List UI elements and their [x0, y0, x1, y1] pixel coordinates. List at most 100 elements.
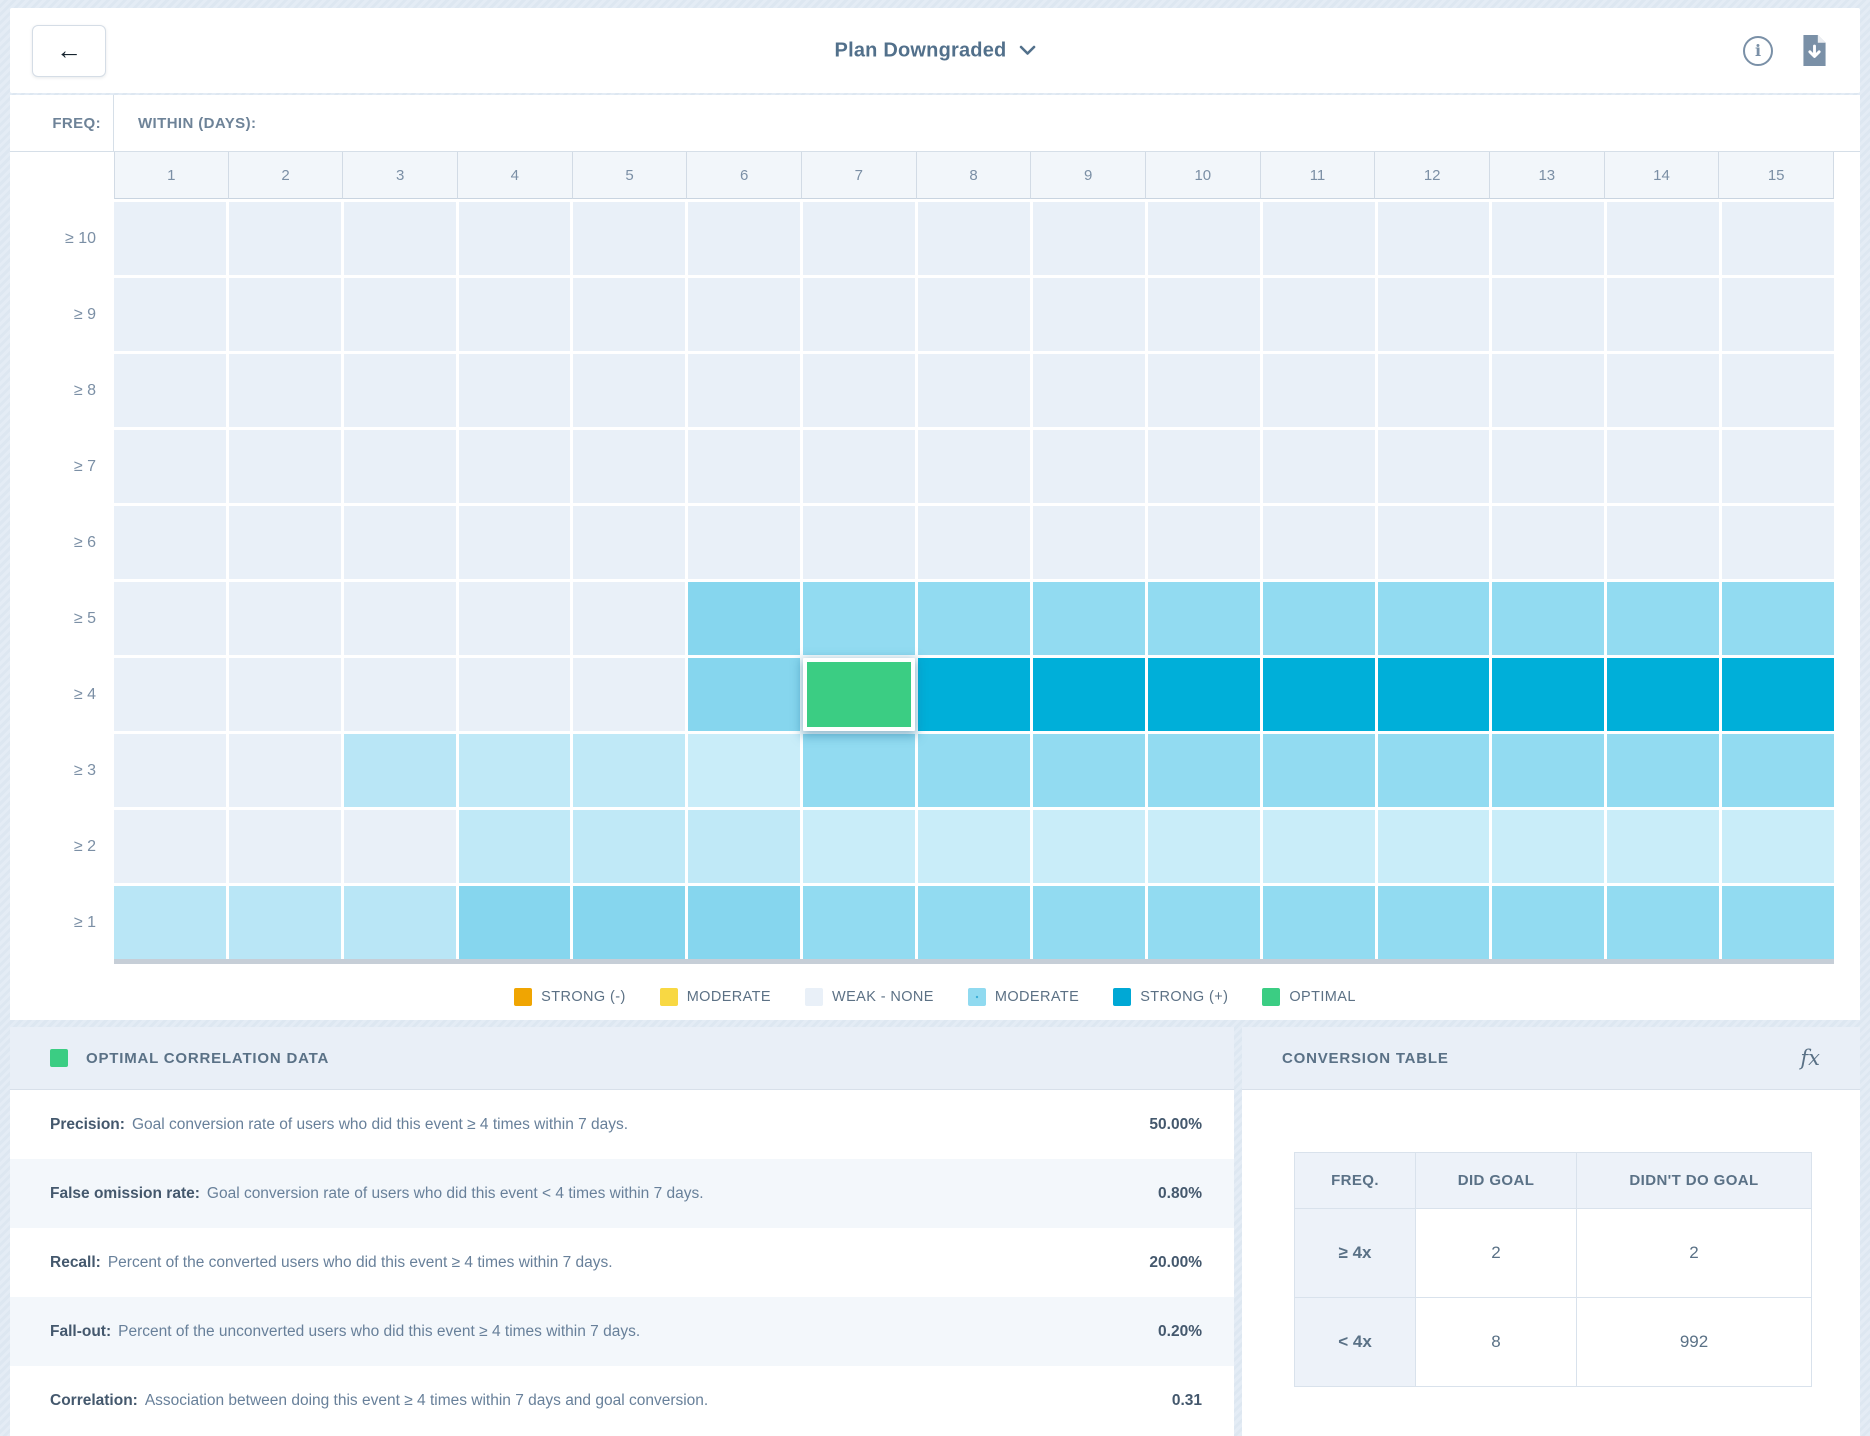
heatmap-cell[interactable]: [1607, 430, 1719, 503]
heatmap-cell[interactable]: [114, 506, 226, 579]
heatmap-cell[interactable]: [1722, 354, 1834, 427]
heatmap-cell[interactable]: [1492, 506, 1604, 579]
heatmap-cell[interactable]: [229, 278, 341, 351]
heatmap-cell[interactable]: [1148, 506, 1260, 579]
heatmap-cell[interactable]: [1033, 506, 1145, 579]
heatmap-cell[interactable]: [688, 810, 800, 883]
heatmap-cell[interactable]: [1722, 202, 1834, 275]
heatmap-cell[interactable]: [803, 354, 915, 427]
heatmap-cell[interactable]: [1607, 658, 1719, 731]
heatmap-cell[interactable]: [688, 658, 800, 731]
heatmap-cell[interactable]: [918, 430, 1030, 503]
heatmap-cell[interactable]: [918, 658, 1030, 731]
heatmap-cell[interactable]: [803, 506, 915, 579]
heatmap-cell[interactable]: [1492, 886, 1604, 959]
heatmap-cell[interactable]: [918, 582, 1030, 655]
heatmap-cell[interactable]: [459, 658, 571, 731]
heatmap-cell[interactable]: [229, 354, 341, 427]
formula-fx-icon[interactable]: fx: [1800, 1046, 1820, 1070]
heatmap-cell[interactable]: [344, 810, 456, 883]
heatmap-cell[interactable]: [918, 354, 1030, 427]
heatmap-cell[interactable]: [688, 734, 800, 807]
heatmap-cell[interactable]: [573, 506, 685, 579]
heatmap-cell[interactable]: [1492, 810, 1604, 883]
heatmap-cell[interactable]: [1722, 810, 1834, 883]
heatmap-cell[interactable]: [1148, 202, 1260, 275]
heatmap-cell[interactable]: [688, 430, 800, 503]
heatmap-cell[interactable]: [229, 734, 341, 807]
heatmap-cell[interactable]: [459, 810, 571, 883]
heatmap-cell[interactable]: [114, 658, 226, 731]
heatmap-cell[interactable]: [1492, 202, 1604, 275]
heatmap-cell[interactable]: [1378, 278, 1490, 351]
heatmap-cell[interactable]: [1722, 278, 1834, 351]
heatmap-cell[interactable]: [1033, 658, 1145, 731]
heatmap-cell[interactable]: [918, 886, 1030, 959]
heatmap-cell[interactable]: [803, 810, 915, 883]
heatmap-cell[interactable]: [344, 582, 456, 655]
heatmap-cell[interactable]: [1033, 430, 1145, 503]
heatmap-cell[interactable]: [573, 658, 685, 731]
heatmap-cell[interactable]: [1148, 430, 1260, 503]
heatmap-cell[interactable]: [688, 278, 800, 351]
heatmap-cell[interactable]: [114, 278, 226, 351]
heatmap-cell[interactable]: [1263, 886, 1375, 959]
heatmap-cell[interactable]: [1378, 354, 1490, 427]
heatmap-cell[interactable]: [114, 354, 226, 427]
heatmap-cell[interactable]: [1263, 658, 1375, 731]
heatmap-cell[interactable]: [344, 202, 456, 275]
heatmap-cell[interactable]: [1492, 354, 1604, 427]
heatmap-cell[interactable]: [1033, 734, 1145, 807]
heatmap-cell[interactable]: [1263, 582, 1375, 655]
heatmap-cell[interactable]: [459, 430, 571, 503]
heatmap-cell[interactable]: [1722, 658, 1834, 731]
heatmap-cell[interactable]: [573, 810, 685, 883]
heatmap-cell[interactable]: [918, 278, 1030, 351]
heatmap-cell[interactable]: [459, 582, 571, 655]
heatmap-cell[interactable]: [803, 582, 915, 655]
heatmap-cell[interactable]: [1263, 430, 1375, 503]
heatmap-cell[interactable]: [688, 582, 800, 655]
heatmap-cell[interactable]: [1263, 506, 1375, 579]
heatmap-cell[interactable]: [1378, 202, 1490, 275]
event-title-dropdown[interactable]: Plan Downgraded: [835, 39, 1036, 62]
heatmap-cell[interactable]: [229, 430, 341, 503]
heatmap-cell[interactable]: [1033, 202, 1145, 275]
heatmap-cell[interactable]: [688, 506, 800, 579]
heatmap-cell[interactable]: [1492, 582, 1604, 655]
heatmap-cell[interactable]: [1148, 658, 1260, 731]
heatmap-cell-optimal[interactable]: [803, 658, 915, 731]
heatmap-cell[interactable]: [459, 734, 571, 807]
heatmap-cell[interactable]: [1263, 278, 1375, 351]
heatmap-cell[interactable]: [1263, 354, 1375, 427]
heatmap-cell[interactable]: [1722, 734, 1834, 807]
heatmap-cell[interactable]: [459, 886, 571, 959]
heatmap-cell[interactable]: [573, 278, 685, 351]
heatmap-cell[interactable]: [1148, 886, 1260, 959]
heatmap-cell[interactable]: [459, 354, 571, 427]
heatmap-cell[interactable]: [918, 810, 1030, 883]
heatmap-cell[interactable]: [344, 354, 456, 427]
heatmap-cell[interactable]: [918, 506, 1030, 579]
info-icon[interactable]: i: [1743, 36, 1773, 66]
heatmap-cell[interactable]: [344, 886, 456, 959]
heatmap-cell[interactable]: [918, 202, 1030, 275]
heatmap-cell[interactable]: [573, 430, 685, 503]
heatmap-cell[interactable]: [114, 886, 226, 959]
heatmap-cell[interactable]: [1722, 886, 1834, 959]
heatmap-cell[interactable]: [1492, 278, 1604, 351]
heatmap-cell[interactable]: [1607, 506, 1719, 579]
heatmap-cell[interactable]: [1607, 582, 1719, 655]
heatmap-cell[interactable]: [688, 202, 800, 275]
heatmap-cell[interactable]: [229, 582, 341, 655]
heatmap-cell[interactable]: [344, 278, 456, 351]
heatmap-cell[interactable]: [344, 734, 456, 807]
heatmap-cell[interactable]: [459, 202, 571, 275]
heatmap-cell[interactable]: [1492, 734, 1604, 807]
heatmap-cell[interactable]: [573, 734, 685, 807]
heatmap-cell[interactable]: [1378, 734, 1490, 807]
heatmap-cell[interactable]: [229, 658, 341, 731]
heatmap-cell[interactable]: [573, 582, 685, 655]
heatmap-cell[interactable]: [1492, 658, 1604, 731]
heatmap-cell[interactable]: [1722, 582, 1834, 655]
